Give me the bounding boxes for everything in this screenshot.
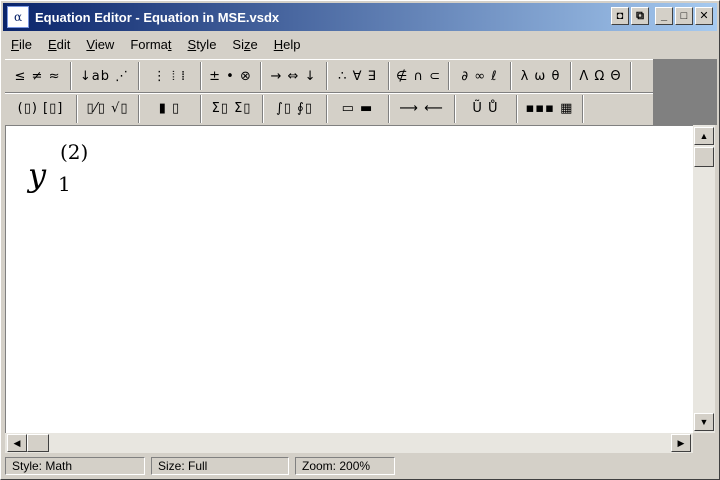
horizontal-scroll-thumb[interactable] [27, 434, 49, 452]
horizontal-scrollbar[interactable]: ◀ ▶ [5, 433, 693, 453]
set-theory-symbols-palette[interactable]: ∉ ∩ ⊂ [389, 62, 449, 90]
toolbar-background [653, 59, 717, 125]
title-controls: ◘ ⧉ _ □ ✕ [611, 7, 713, 25]
scroll-down-icon[interactable]: ▼ [694, 413, 714, 431]
title-bar[interactable]: α Equation Editor - Equation in MSE.vsdx… [3, 3, 717, 31]
integral-templates-palette[interactable]: ∫▯ ∮▯ [263, 94, 327, 123]
misc-symbols-palette[interactable]: ∂ ∞ ℓ [449, 62, 511, 90]
menu-edit[interactable]: Edit [40, 37, 78, 52]
minimize-button[interactable]: _ [655, 7, 673, 25]
equation-subscript[interactable]: 1 [58, 172, 71, 196]
matrix-templates-palette[interactable]: ▪▪▪ ▦ [517, 94, 583, 123]
menu-size[interactable]: Size [224, 37, 265, 52]
status-zoom: Zoom: 200% [295, 457, 395, 475]
equation-editor-window: α Equation Editor - Equation in MSE.vsdx… [0, 0, 720, 480]
menu-format[interactable]: Format [122, 37, 179, 52]
menu-bar: File Edit View Format Style Size Help [3, 33, 308, 55]
logical-symbols-palette[interactable]: ∴ ∀ ∃ [327, 62, 389, 90]
equation-toolbar: ≤ ≠ ≈ ↓ab ⋰ ⋮ ⦙ ⁞ ± • ⊗ → ⇔ ↓ ∴ ∀ ∃ ∉ ∩ … [5, 59, 653, 125]
status-style: Style: Math [5, 457, 145, 475]
vertical-scroll-thumb[interactable] [694, 147, 714, 167]
scroll-left-icon[interactable]: ◀ [7, 434, 27, 452]
products-set-theory-templates-palette[interactable]: Ũ Ů [455, 94, 517, 123]
fence-templates-palette[interactable]: (▯) [▯] [5, 94, 77, 123]
equation-superscript[interactable]: (2) [60, 140, 88, 164]
restore-document-icon[interactable]: ⧉ [631, 7, 649, 25]
labeled-arrow-templates-palette[interactable]: ⟶ ⟵ [389, 94, 455, 123]
template-palette-row: (▯) [▯] ▯⁄▯ √▯ ▮ ▯ Σ▯ Σ▯ ∫▯ ∮▯ ▭ ▬ ⟶ ⟵ Ũ… [5, 92, 653, 124]
spaces-ellipses-palette[interactable]: ↓ab ⋰ [71, 62, 139, 90]
menu-style[interactable]: Style [180, 37, 225, 52]
scrollbar-corner [693, 433, 715, 453]
window-title: Equation Editor - Equation in MSE.vsdx [35, 9, 280, 25]
status-size: Size: Full [151, 457, 289, 475]
menu-file[interactable]: File [3, 37, 40, 52]
relational-symbols-palette[interactable]: ≤ ≠ ≈ [5, 62, 71, 90]
scroll-up-icon[interactable]: ▲ [694, 127, 714, 145]
subscript-superscript-templates-palette[interactable]: ▮ ▯ [139, 94, 201, 123]
equation-editor-app-icon[interactable]: α [7, 6, 29, 28]
maximize-button[interactable]: □ [675, 7, 693, 25]
summation-templates-palette[interactable]: Σ▯ Σ▯ [201, 94, 263, 123]
underbar-overbar-templates-palette[interactable]: ▭ ▬ [327, 94, 389, 123]
equation-editing-area[interactable]: y (2) 1 [5, 125, 693, 433]
embellishments-palette[interactable]: ⋮ ⦙ ⁞ [139, 62, 201, 90]
menu-help[interactable]: Help [266, 37, 309, 52]
close-button[interactable]: ✕ [695, 7, 713, 25]
equation-base-variable[interactable]: y [28, 156, 46, 194]
vertical-scrollbar[interactable]: ▲ ▼ [693, 125, 715, 433]
fraction-radical-templates-palette[interactable]: ▯⁄▯ √▯ [77, 94, 139, 123]
menu-view[interactable]: View [78, 37, 122, 52]
status-bar: Style: Math Size: Full Zoom: 200% [5, 455, 717, 477]
restore-app-icon[interactable]: ◘ [611, 7, 629, 25]
arrow-symbols-palette[interactable]: → ⇔ ↓ [261, 62, 327, 90]
symbol-palette-row: ≤ ≠ ≈ ↓ab ⋰ ⋮ ⦙ ⁞ ± • ⊗ → ⇔ ↓ ∴ ∀ ∃ ∉ ∩ … [5, 60, 653, 92]
greek-lowercase-palette[interactable]: λ ω θ [511, 62, 571, 90]
scroll-right-icon[interactable]: ▶ [671, 434, 691, 452]
operator-symbols-palette[interactable]: ± • ⊗ [201, 62, 261, 90]
greek-uppercase-palette[interactable]: Λ Ω Θ [571, 62, 631, 90]
